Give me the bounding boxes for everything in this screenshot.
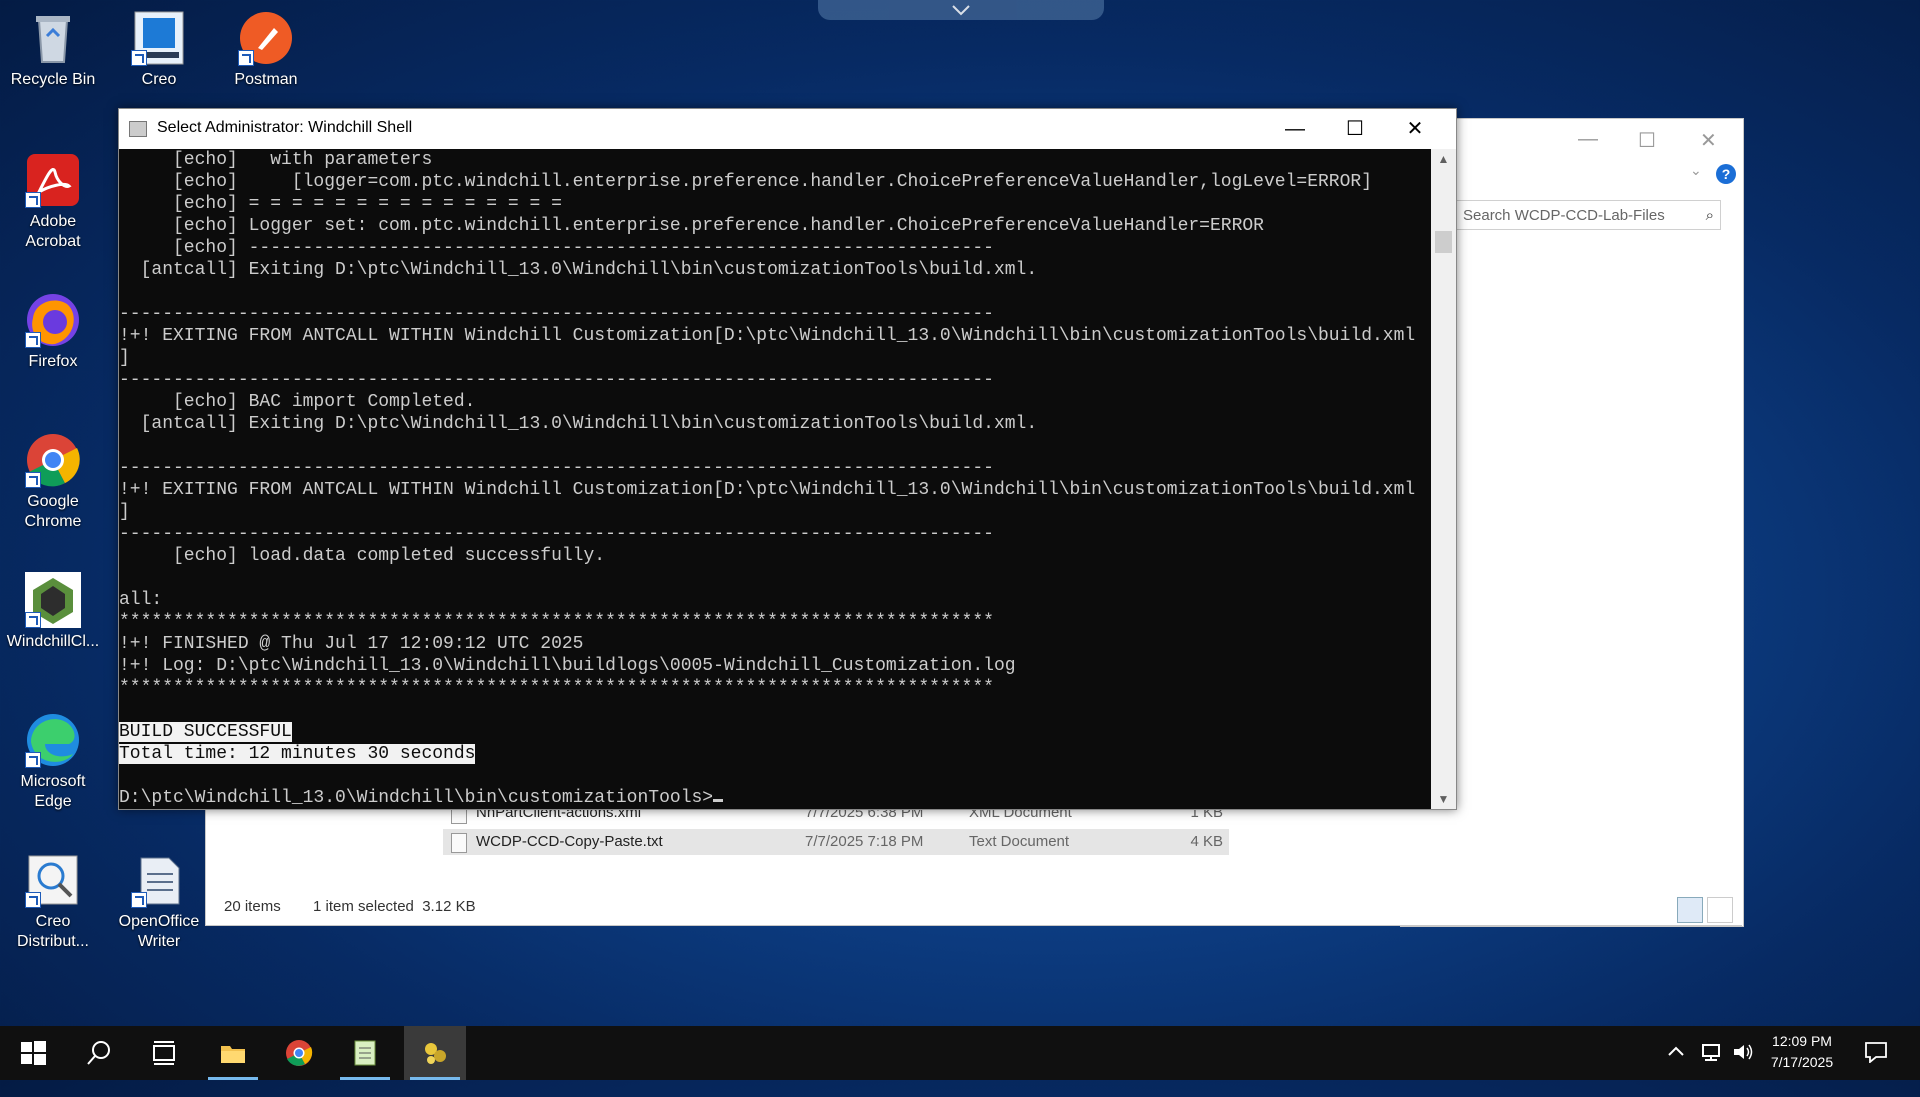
scroll-down-icon[interactable]: ▼ xyxy=(1431,789,1456,809)
desktop-icon-label: WindchillCl... xyxy=(6,633,100,650)
network-icon[interactable] xyxy=(1700,1042,1722,1096)
task-view-icon xyxy=(153,1041,175,1065)
text-file-icon xyxy=(451,833,467,853)
taskbar xyxy=(0,1026,1920,1080)
desktop-icon-microsoft-edge[interactable]: Microsoft Edge xyxy=(3,712,103,812)
chrome-icon xyxy=(25,432,81,488)
file-name: WCDP-CCD-Copy-Paste.txt xyxy=(476,833,663,850)
notepad-icon xyxy=(354,1040,376,1066)
notifications-icon[interactable] xyxy=(1864,1041,1888,1095)
desktop-icon-label: Adobe Acrobat xyxy=(25,213,81,250)
openoffice-writer-icon xyxy=(131,852,187,908)
close-button[interactable]: ✕ xyxy=(1385,109,1445,149)
explorer-minimize-button[interactable]: — xyxy=(1578,128,1598,151)
taskbar-windchill-shell[interactable] xyxy=(404,1026,466,1080)
task-view-button[interactable] xyxy=(133,1026,195,1080)
desktop-icon-firefox[interactable]: Firefox xyxy=(3,292,103,372)
maximize-button[interactable]: ☐ xyxy=(1325,109,1385,149)
window-titlebar[interactable]: Select Administrator: Windchill Shell — … xyxy=(119,109,1456,149)
build-status-line: BUILD SUCCESSFUL xyxy=(119,722,292,742)
firefox-icon xyxy=(25,292,81,348)
taskbar-search-button[interactable] xyxy=(68,1026,130,1080)
taskbar-file-explorer[interactable] xyxy=(202,1026,264,1080)
file-type: Text Document xyxy=(969,833,1070,850)
chrome-icon xyxy=(286,1040,313,1066)
minimize-button[interactable]: — xyxy=(1265,109,1325,149)
taskbar-notepad[interactable] xyxy=(334,1026,396,1080)
creo-distributed-icon xyxy=(25,852,81,908)
acrobat-icon xyxy=(25,152,81,208)
postman-icon xyxy=(238,10,294,66)
desktop-icon-label: Postman xyxy=(234,71,298,88)
desktop-icon-postman[interactable]: Postman xyxy=(216,10,316,90)
remote-session-bar[interactable] xyxy=(818,0,1104,20)
large-icons-view-button[interactable] xyxy=(1707,897,1733,923)
terminal-log-lines: [echo] with parameters [echo] [logger=co… xyxy=(119,150,1416,698)
desktop-icon-label: OpenOffice Writer xyxy=(118,913,200,950)
desktop-icon-openoffice-writer[interactable]: OpenOffice Writer xyxy=(109,852,209,952)
file-size: 4 KB xyxy=(1190,833,1223,850)
desktop-icon-adobe-acrobat[interactable]: Adobe Acrobat xyxy=(3,152,103,252)
explorer-maximize-button[interactable]: ☐ xyxy=(1638,128,1656,153)
windows-logo-icon xyxy=(21,1041,46,1065)
desktop-icon-windchill[interactable]: WindchillCl... xyxy=(3,572,103,652)
chevron-up-icon xyxy=(1668,1046,1684,1056)
creo-icon xyxy=(131,10,187,66)
desktop-icon-google-chrome[interactable]: Google Chrome xyxy=(3,432,103,532)
desktop-icon-recycle-bin[interactable]: Recycle Bin xyxy=(3,10,103,90)
terminal-output[interactable]: [echo] with parameters [echo] [logger=co… xyxy=(119,149,1431,809)
volume-icon[interactable] xyxy=(1732,1042,1754,1096)
command-prompt[interactable]: D:\ptc\Windchill_13.0\Windchill\bin\cust… xyxy=(119,788,713,808)
explorer-search-input[interactable]: Search WCDP-CCD-Lab-Files ⌕ xyxy=(1456,200,1721,230)
chevron-down-icon xyxy=(952,5,970,16)
status-item-count: 20 items xyxy=(224,898,281,915)
desktop-icon-label: Creo xyxy=(141,71,177,88)
search-icon xyxy=(87,1041,110,1065)
edge-icon xyxy=(25,712,81,768)
desktop-icon-label: Google Chrome xyxy=(24,493,82,530)
windchill-shell-icon xyxy=(425,1043,446,1064)
clock-time: 12:09 PM xyxy=(1772,1033,1832,1049)
desktop-icon-label: Creo Distribut... xyxy=(16,913,89,950)
details-view-button[interactable] xyxy=(1677,897,1703,923)
file-date: 7/7/2025 7:18 PM xyxy=(805,833,924,850)
scroll-up-icon[interactable]: ▲ xyxy=(1431,149,1456,169)
window-title: Select Administrator: Windchill Shell xyxy=(157,119,413,136)
windchill-icon xyxy=(25,572,81,628)
desktop-icon-label: Microsoft Edge xyxy=(20,773,86,810)
search-icon: ⌕ xyxy=(1705,207,1714,224)
show-hidden-icons-button[interactable] xyxy=(1667,1043,1685,1097)
console-icon xyxy=(129,121,147,137)
status-selection: 1 item selected 3.12 KB xyxy=(313,898,476,915)
explorer-close-button[interactable]: ✕ xyxy=(1700,128,1717,153)
text-cursor xyxy=(713,799,724,802)
desktop-icon-creo-distributed[interactable]: Creo Distribut... xyxy=(3,852,103,952)
desktop-icon-label: Recycle Bin xyxy=(10,71,96,88)
chevron-down-icon[interactable]: ⌄ xyxy=(1690,162,1702,179)
file-row-selected[interactable]: WCDP-CCD-Copy-Paste.txt 7/7/2025 7:18 PM… xyxy=(443,829,1229,855)
search-placeholder: Search WCDP-CCD-Lab-Files xyxy=(1463,207,1665,224)
recycle-bin-icon xyxy=(25,10,81,66)
desktop-icon-creo[interactable]: Creo xyxy=(109,10,209,90)
desktop-icon-label: Firefox xyxy=(28,353,78,370)
clock-date: 7/17/2025 xyxy=(1770,1054,1834,1070)
windchill-shell-window[interactable]: Select Administrator: Windchill Shell — … xyxy=(118,108,1457,810)
help-icon[interactable]: ? xyxy=(1716,164,1736,184)
taskbar-chrome[interactable] xyxy=(268,1026,330,1080)
taskbar-clock[interactable]: 12:09 PM 7/17/2025 xyxy=(1752,1031,1852,1073)
folder-icon xyxy=(221,1046,245,1063)
scrollbar-thumb[interactable] xyxy=(1435,231,1452,253)
start-button[interactable] xyxy=(2,1026,64,1080)
build-time-line: Total time: 12 minutes 30 seconds xyxy=(119,744,476,764)
vertical-scrollbar[interactable]: ▲ ▼ xyxy=(1431,149,1456,809)
